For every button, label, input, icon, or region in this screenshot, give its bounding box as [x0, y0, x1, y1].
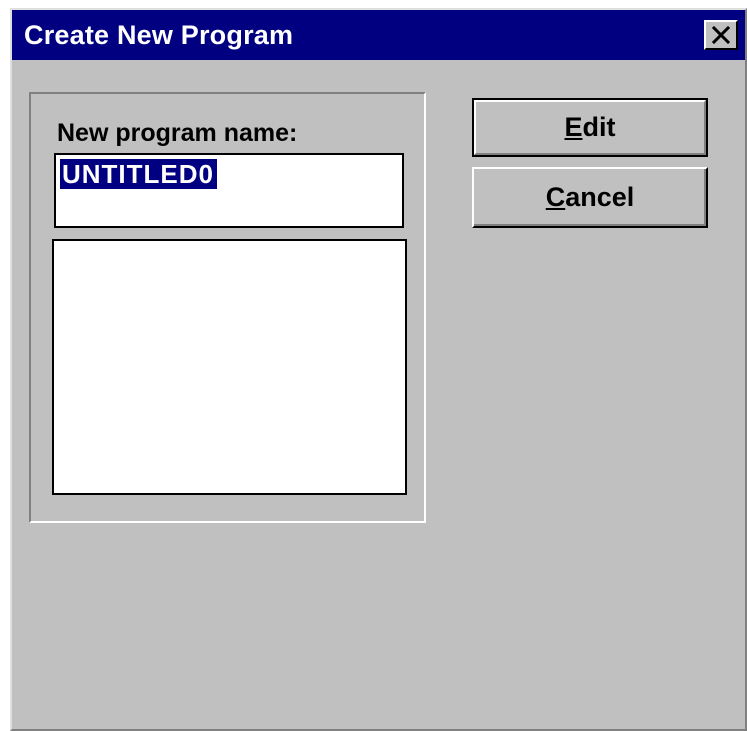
edit-button-label: Edit [564, 112, 615, 143]
edit-button[interactable]: Edit [472, 98, 708, 157]
program-name-input[interactable]: UNTITLED0 [54, 153, 404, 228]
program-name-value[interactable]: UNTITLED0 [60, 159, 217, 189]
cancel-mnemonic: C [545, 182, 566, 212]
cancel-label-rest: ancel [565, 182, 635, 212]
program-list[interactable] [52, 239, 407, 495]
close-button[interactable] [704, 20, 738, 50]
close-x-icon [711, 26, 731, 44]
cancel-button-label: Cancel [546, 182, 635, 213]
edit-label-rest: dit [582, 112, 616, 142]
cancel-button[interactable]: Cancel [472, 167, 708, 228]
program-name-label: New program name: [57, 119, 298, 147]
window-title: Create New Program [24, 20, 294, 50]
edit-mnemonic: E [564, 112, 583, 142]
title-bar[interactable]: Create New Program [12, 10, 745, 60]
